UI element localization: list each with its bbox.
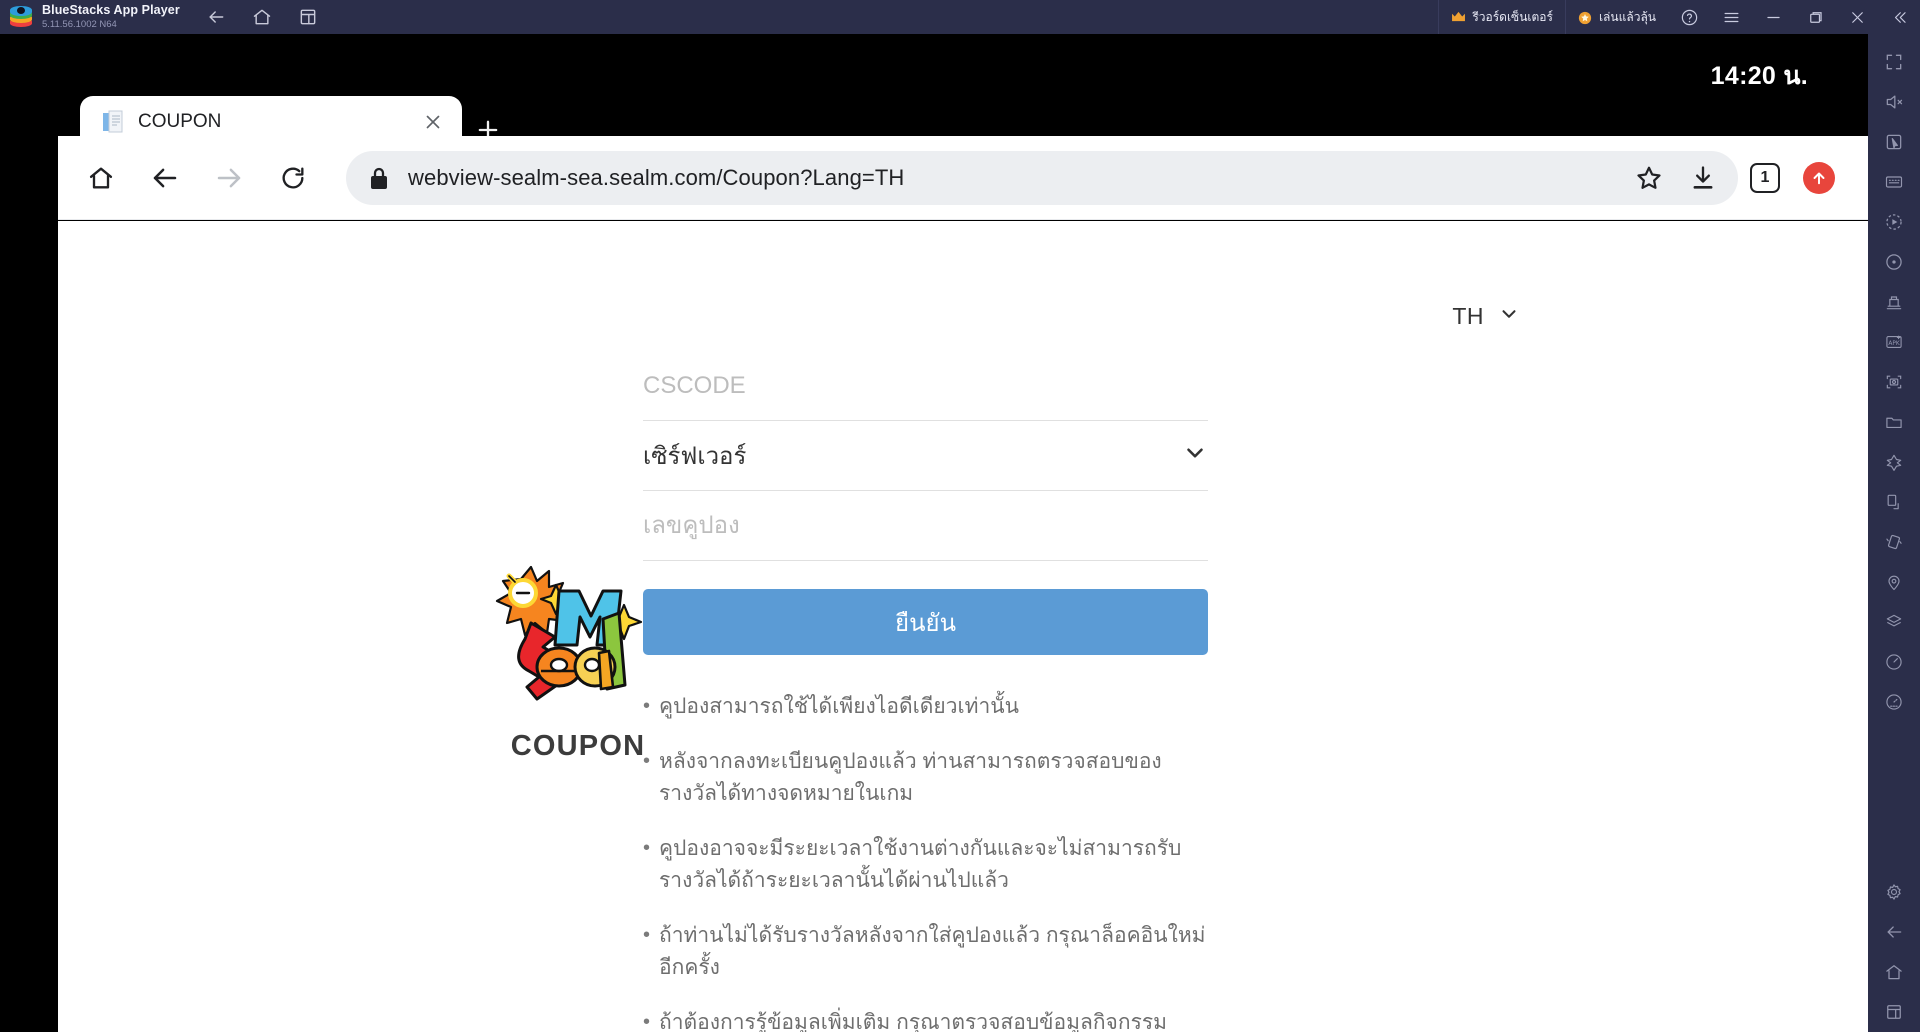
collapse-sidebar-button[interactable] <box>1878 0 1920 34</box>
web-page-content: TH COUPON CSCODE เซิร์ฟเวอร์ เลขคูปอง ยื… <box>58 221 1868 1032</box>
screenshot-icon[interactable] <box>1868 362 1920 402</box>
performance-icon[interactable] <box>1868 642 1920 682</box>
tilt-icon[interactable] <box>1868 482 1920 522</box>
back-button[interactable] <box>138 151 192 205</box>
app-title-block: BlueStacks App Player 5.11.56.1002 N64 <box>42 4 180 29</box>
menu-button[interactable] <box>1710 0 1752 34</box>
bullet-icon: • <box>643 749 651 772</box>
fullscreen-icon[interactable] <box>1868 42 1920 82</box>
bullet-icon: • <box>643 695 651 717</box>
language-selector[interactable]: TH <box>1452 303 1520 330</box>
note-text: ถ้าต้องการรู้ข้อมูลเพิ่มเติม กรุณาตรวจสอ… <box>659 1010 1167 1032</box>
bluestacks-logo <box>10 6 32 28</box>
rewards-center-button[interactable]: รีวอร์ดเซ็นเตอร์ <box>1438 0 1565 34</box>
chrome-browser: COUPON webview-sealm-sea.sealm.com/Coupo… <box>58 74 1868 1032</box>
bullet-icon: • <box>643 836 651 859</box>
tab-count-button[interactable]: 1 <box>1738 151 1792 205</box>
coin-icon <box>1578 11 1593 25</box>
star-icon[interactable] <box>1622 151 1676 205</box>
profile-button[interactable] <box>1792 151 1846 205</box>
lock-icon <box>368 165 390 191</box>
list-item: • ถ้าท่านไม่ได้รับรางวัลหลังจากใส่คูปองแ… <box>643 920 1208 985</box>
reload-button[interactable] <box>266 151 320 205</box>
macro-record-icon[interactable] <box>1868 202 1920 242</box>
speedometer-icon[interactable] <box>1868 682 1920 722</box>
list-item: • คูปองอาจจะมีระยะเวลาใช้งานต่างกันและจะ… <box>643 833 1208 898</box>
app-name: BlueStacks App Player <box>42 3 180 18</box>
chevron-down-icon <box>1182 440 1208 471</box>
confirm-button[interactable]: ยืนยัน <box>643 589 1208 655</box>
m-seal-logo-icon <box>491 561 666 706</box>
cursor-icon[interactable] <box>1868 122 1920 162</box>
eco-mode-icon[interactable] <box>1868 442 1920 482</box>
rewards-center-label: รีวอร์ดเซ็นเตอร์ <box>1472 9 1553 24</box>
location-icon[interactable] <box>1868 562 1920 602</box>
coupon-field-row <box>643 491 1208 561</box>
notes-list: • คูปองสามารถใช้ได้เพียงไอดีเดียวเท่านั้… <box>643 691 1208 1032</box>
tab-title: COUPON <box>138 111 222 132</box>
server-select-value: เซิร์ฟเวอร์ <box>643 443 747 470</box>
help-button[interactable] <box>1668 0 1710 34</box>
bullet-icon: • <box>643 1010 651 1032</box>
recents-icon[interactable] <box>1868 992 1920 1032</box>
coupon-code-input[interactable] <box>643 511 1208 540</box>
back-icon[interactable] <box>1868 912 1920 952</box>
chevron-down-icon <box>1498 303 1520 330</box>
close-icon[interactable] <box>418 107 448 137</box>
keyboard-icon[interactable] <box>1868 162 1920 202</box>
coupon-form: เซิร์ฟเวอร์ ยืนยัน • คูปองสามารถใช้ได้เพ… <box>643 351 1208 1032</box>
toolbar-right: 1 <box>1738 151 1868 205</box>
arrow-up-circle-icon <box>1803 161 1835 194</box>
titlebar-right: รีวอร์ดเซ็นเตอร์ เล่นแล้วลุ้น <box>1438 0 1920 34</box>
bluestacks-sidebar: APK <box>1868 34 1920 1032</box>
settings-icon[interactable] <box>1868 872 1920 912</box>
language-selector-value: TH <box>1452 303 1484 329</box>
note-text: คูปองอาจจะมีระยะเวลาใช้งานต่างกันและจะไม… <box>659 836 1182 893</box>
note-text: ถ้าท่านไม่ได้รับรางวัลหลังจากใส่คูปองแล้… <box>659 923 1206 980</box>
install-apk-icon[interactable]: APK <box>1868 322 1920 362</box>
close-button[interactable] <box>1836 0 1878 34</box>
list-item: • ถ้าต้องการรู้ข้อมูลเพิ่มเติม กรุณาตรวจ… <box>643 1007 1208 1032</box>
device-screen: 14:20 น. COUPON webview-sealm-sea.sealm.… <box>0 34 1868 1032</box>
home-button[interactable] <box>74 151 128 205</box>
titlebar-nav <box>206 7 318 27</box>
home-icon[interactable] <box>252 7 272 27</box>
forward-button <box>202 151 256 205</box>
bullet-icon: • <box>643 923 651 946</box>
cscode-field-row <box>643 351 1208 421</box>
download-icon[interactable] <box>1676 151 1730 205</box>
minimize-button[interactable] <box>1752 0 1794 34</box>
omnibox[interactable]: webview-sealm-sea.sealm.com/Coupon?Lang=… <box>346 150 1738 205</box>
svg-text:APK: APK <box>1888 341 1900 347</box>
play-and-win-label: เล่นแล้วลุ้น <box>1598 9 1656 24</box>
note-text: หลังจากลงทะเบียนคูปองแล้ว ท่านสามารถตรวจ… <box>659 749 1162 806</box>
play-and-win-button[interactable]: เล่นแล้วลุ้น <box>1564 0 1668 34</box>
back-icon[interactable] <box>206 7 226 27</box>
note-text: คูปองสามารถใช้ได้เพียงไอดีเดียวเท่านั้น <box>659 695 1020 718</box>
crown-icon <box>1451 11 1466 23</box>
maximize-button[interactable] <box>1794 0 1836 34</box>
browser-toolbar: webview-sealm-sea.sealm.com/Coupon?Lang=… <box>58 136 1868 220</box>
list-item: • หลังจากลงทะเบียนคูปองแล้ว ท่านสามารถตร… <box>643 746 1208 811</box>
rotate-icon[interactable] <box>1868 242 1920 282</box>
tab-strip: COUPON <box>58 74 1868 148</box>
multi-instance-icon[interactable] <box>298 7 318 27</box>
tab-count-badge: 1 <box>1750 162 1780 193</box>
url-text[interactable]: webview-sealm-sea.sealm.com/Coupon?Lang=… <box>408 165 1622 191</box>
layers-icon[interactable] <box>1868 602 1920 642</box>
mute-icon[interactable] <box>1868 82 1920 122</box>
window-controls <box>1668 0 1920 34</box>
home-icon[interactable] <box>1868 952 1920 992</box>
server-select[interactable]: เซิร์ฟเวอร์ <box>643 421 1208 491</box>
shake-icon[interactable] <box>1868 522 1920 562</box>
list-item: • คูปองสามารถใช้ได้เพียงไอดีเดียวเท่านั้… <box>643 691 1208 724</box>
cscode-input[interactable] <box>643 371 1208 400</box>
multi-instance-manager-icon[interactable] <box>1868 282 1920 322</box>
app-version: 5.11.56.1002 N64 <box>42 18 117 30</box>
bluestacks-titlebar: BlueStacks App Player 5.11.56.1002 N64 ร… <box>0 0 1920 34</box>
media-folder-icon[interactable] <box>1868 402 1920 442</box>
document-icon <box>102 110 124 134</box>
